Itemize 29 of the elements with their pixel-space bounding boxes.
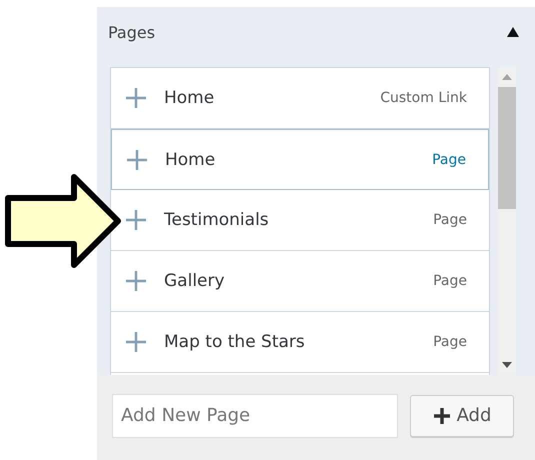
page-title: Map to the Stars	[164, 332, 306, 352]
new-page-field[interactable]: Add New Page	[112, 394, 398, 438]
item-type: Page	[433, 334, 467, 350]
page-item[interactable]: Home Custom Link	[111, 68, 489, 129]
add-button[interactable]: Add	[410, 394, 514, 436]
page-title: Home	[164, 88, 216, 108]
item-type: Custom Link	[380, 90, 467, 106]
page-title: Testimonials	[164, 210, 270, 230]
item-type: Page	[433, 273, 467, 289]
plus-icon	[125, 209, 147, 231]
page-item[interactable]: Gallery Page	[111, 251, 489, 312]
collapse-toggle-icon[interactable]	[507, 27, 519, 37]
page-title: Home	[165, 150, 216, 170]
page-item[interactable]: Map to the Stars Page	[111, 312, 489, 373]
scroll-up-icon[interactable]	[502, 74, 512, 80]
page-title: Gallery	[164, 271, 226, 291]
item-type: Page	[432, 152, 466, 168]
plus-icon	[125, 87, 147, 109]
plus-icon	[125, 331, 147, 353]
plus-icon	[125, 270, 147, 292]
scroll-down-icon[interactable]	[502, 362, 512, 368]
scroll-thumb[interactable]	[498, 87, 516, 209]
arrow-pointer-icon	[4, 173, 122, 269]
plus-icon	[432, 406, 451, 424]
panel-title: Pages	[108, 22, 156, 42]
plus-icon	[126, 148, 148, 170]
scrollbar[interactable]	[498, 67, 516, 375]
item-type: Page	[433, 212, 467, 228]
page-item[interactable]: Home Page	[111, 129, 489, 190]
